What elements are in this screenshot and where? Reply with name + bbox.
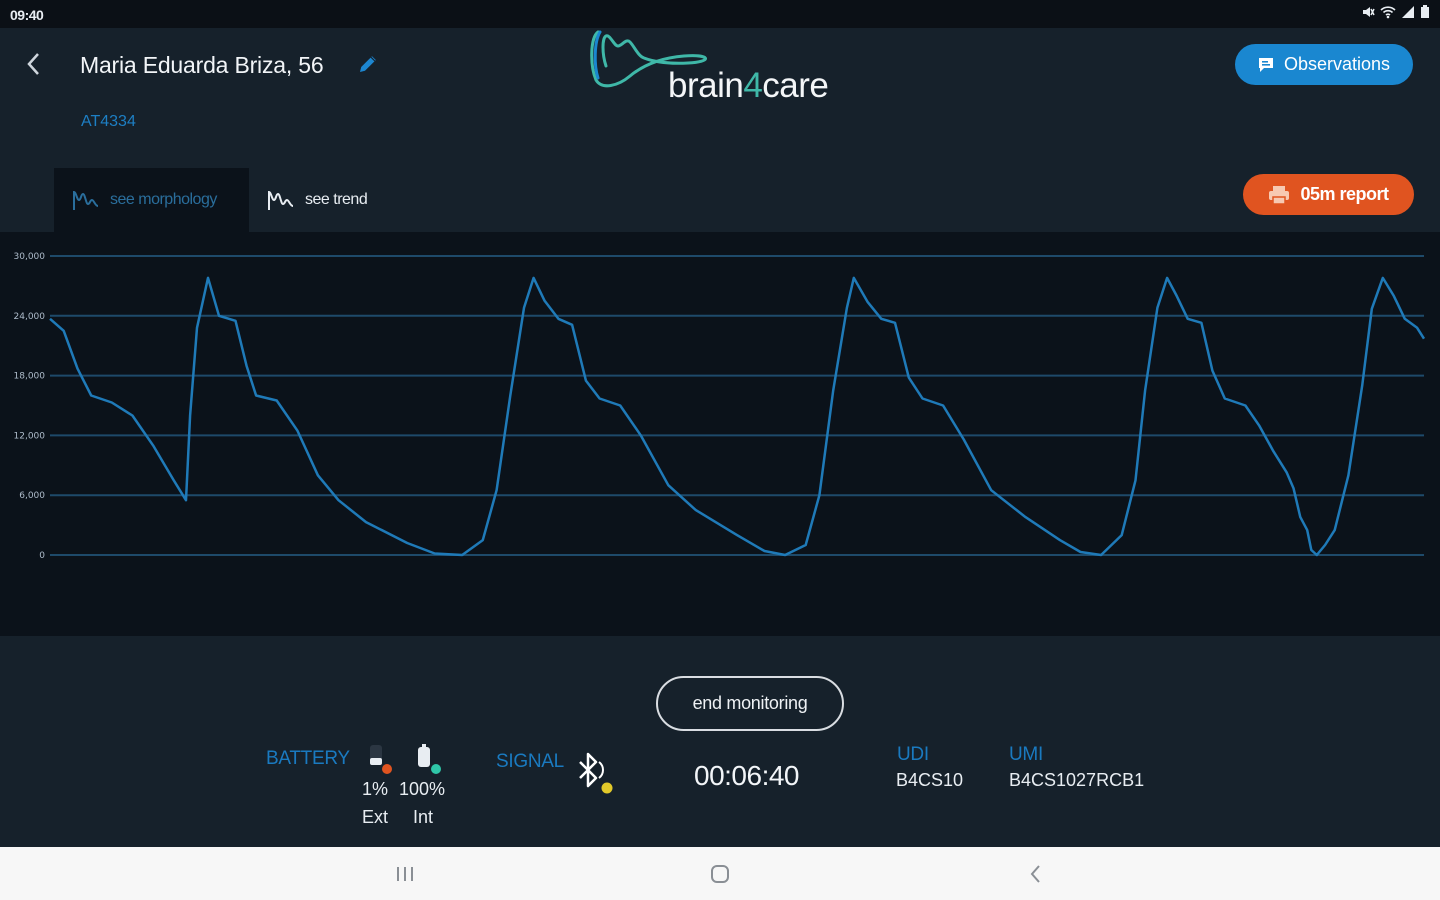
back-icon: [1030, 865, 1040, 883]
report-button[interactable]: 05m report: [1243, 174, 1414, 215]
logo-text: brain4care: [668, 66, 829, 106]
battery-ext-percent: 1%: [362, 779, 389, 799]
waveform-icon: [268, 190, 294, 210]
back-button[interactable]: [20, 50, 48, 78]
system-nav-bar: [0, 847, 1440, 900]
tab-see-morphology[interactable]: see morphology: [54, 168, 249, 232]
tabs-row: see morphology see trend 05m report: [0, 168, 1440, 232]
status-bar: 09:40: [0, 0, 1440, 28]
system-back-button[interactable]: [1016, 859, 1056, 889]
monitoring-timer: 00:06:40: [694, 760, 800, 791]
y-tick-label: 24,000: [14, 312, 46, 322]
waveform-chart: 0 6,000 12,000 18,000 24,000 30,000: [0, 232, 1440, 636]
brain4care-logo: brain4care: [588, 28, 858, 108]
waveform-svg: 0 6,000 12,000 18,000 24,000 30,000: [14, 252, 1426, 561]
home-icon: [711, 865, 729, 883]
tab-see-trend[interactable]: see trend: [249, 168, 399, 232]
patient-name: Maria Eduarda Briza, 56: [80, 52, 324, 78]
udi-value: B4CS10: [896, 770, 964, 790]
waveform-icon: [73, 190, 99, 210]
umi-label: UMI: [1009, 744, 1043, 765]
status-icons: [1361, 5, 1430, 19]
observations-label: Observations: [1283, 54, 1391, 74]
battery-status-icon: [1421, 5, 1429, 18]
observations-button[interactable]: Observations: [1235, 44, 1413, 85]
printer-icon: [1269, 185, 1290, 205]
comment-icon: [1258, 57, 1273, 72]
logo-text-care: care: [762, 66, 829, 105]
status-time: 09:40: [10, 7, 44, 23]
battery-int-icon: [418, 744, 441, 774]
recent-apps-button[interactable]: [385, 859, 425, 889]
end-monitoring-button[interactable]: end monitoring: [656, 676, 844, 731]
chevron-left-icon: [27, 53, 39, 75]
end-monitoring-label: end monitoring: [692, 693, 808, 713]
y-tick-label: 12,000: [14, 431, 46, 441]
y-tick-label: 18,000: [14, 372, 46, 382]
wifi-icon: [1380, 6, 1396, 19]
logo-text-brain: brain: [668, 66, 744, 105]
battery-label: BATTERY: [266, 748, 350, 769]
tab-see-trend-label: see trend: [305, 191, 368, 208]
battery-ext-icon: [370, 745, 392, 774]
mute-icon: [1363, 7, 1375, 17]
logo-text-digit: 4: [743, 66, 763, 105]
umi-value: B4CS1027RCB1: [1009, 770, 1145, 790]
battery-int-label: Int: [413, 807, 434, 827]
pencil-icon: [360, 56, 376, 72]
signal-strength-icon: [1402, 6, 1414, 18]
report-label: 05m report: [1300, 184, 1389, 204]
bottom-panel: end monitoring BATTERY 1% 100% Ext Int S…: [0, 636, 1440, 847]
tab-see-morphology-label: see morphology: [110, 191, 217, 208]
battery-int-percent: 100%: [399, 779, 446, 799]
waveform-series-line: [49, 276, 1426, 557]
bluetooth-icon: [579, 752, 613, 794]
y-tick-label: 30,000: [14, 252, 46, 262]
y-tick-label: 0: [39, 551, 45, 561]
home-button[interactable]: [700, 859, 740, 889]
patient-id: AT4334: [81, 113, 136, 130]
udi-label: UDI: [897, 744, 929, 765]
y-tick-label: 6,000: [19, 491, 45, 501]
signal-label: SIGNAL: [496, 751, 564, 772]
header: Maria Eduarda Briza, 56 AT4334 brain4car…: [0, 28, 1440, 168]
recent-apps-icon: [397, 867, 413, 881]
battery-ext-label: Ext: [362, 807, 389, 827]
edit-patient-button[interactable]: [356, 52, 380, 76]
